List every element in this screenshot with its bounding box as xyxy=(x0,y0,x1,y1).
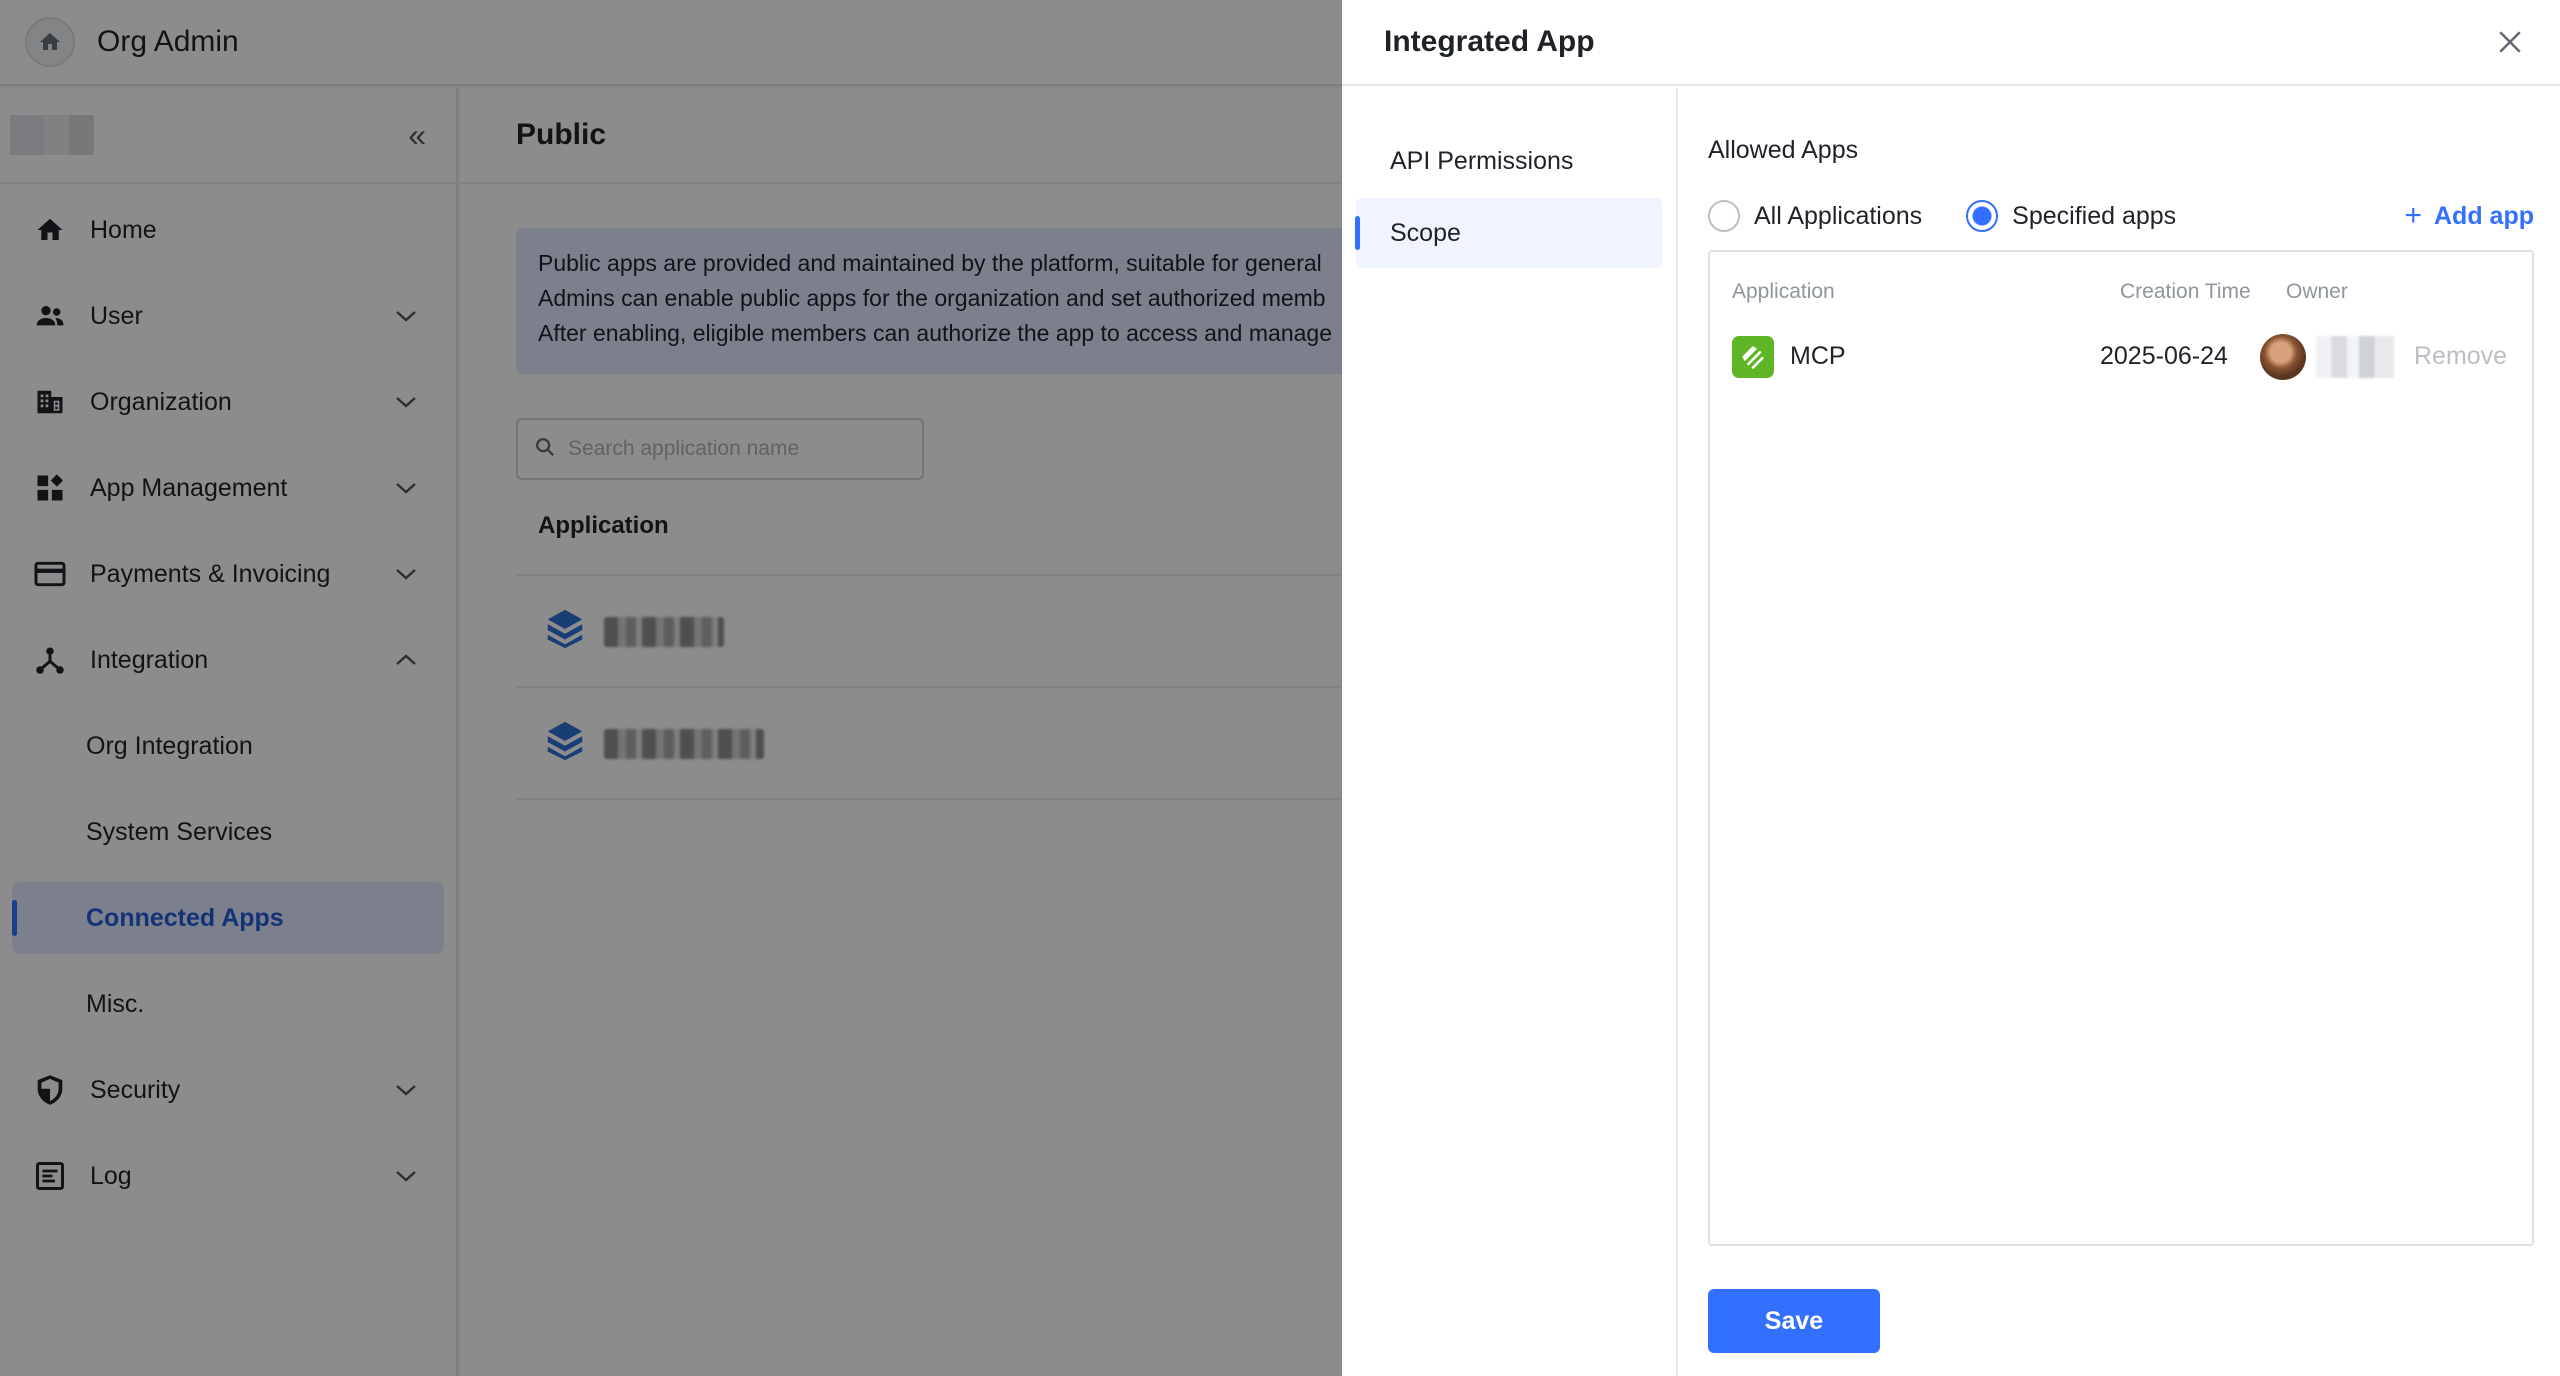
mcp-app-icon xyxy=(1732,336,1774,378)
add-app-label: Add app xyxy=(2434,201,2534,230)
radio-all-applications[interactable]: All Applications xyxy=(1708,200,1922,232)
radio-circle-icon xyxy=(1708,200,1740,232)
allowed-apps-radio-group: All Applications Specified apps + Add ap… xyxy=(1708,192,2534,240)
save-button[interactable]: Save xyxy=(1708,1289,1880,1353)
creation-time: 2025-06-24 xyxy=(2100,342,2228,370)
radio-label: All Applications xyxy=(1754,201,1923,230)
avatar xyxy=(2260,334,2306,380)
radio-label: Specified apps xyxy=(2012,201,2177,230)
allowed-apps-label: Allowed Apps xyxy=(1708,136,1859,164)
radio-selected-icon xyxy=(1966,200,1999,232)
owner-name-redacted xyxy=(2316,336,2394,378)
plus-icon: + xyxy=(2404,199,2422,232)
drawer-title: Integrated App xyxy=(1384,25,1595,58)
column-header-owner: Owner xyxy=(2286,280,2348,303)
tab-api-permissions[interactable]: API Permissions xyxy=(1356,126,1662,196)
app-name: MCP xyxy=(1790,342,1846,370)
radio-specified-apps[interactable]: Specified apps xyxy=(1966,200,2176,232)
column-header-creation-time: Creation Time xyxy=(2120,280,2251,303)
add-app-button[interactable]: + Add app xyxy=(2404,192,2534,240)
close-icon[interactable] xyxy=(2490,22,2530,62)
allowed-apps-table: Application Creation Time Owner MCP 2025… xyxy=(1708,250,2534,1246)
drawer-tabs: API Permissions Scope xyxy=(1342,88,1678,1376)
remove-button[interactable]: Remove xyxy=(2414,342,2507,371)
drawer-header: Integrated App xyxy=(1342,0,2560,86)
modal-overlay[interactable] xyxy=(0,0,1342,1376)
tab-scope[interactable]: Scope xyxy=(1355,198,1662,268)
column-header-application: Application xyxy=(1732,280,1835,303)
